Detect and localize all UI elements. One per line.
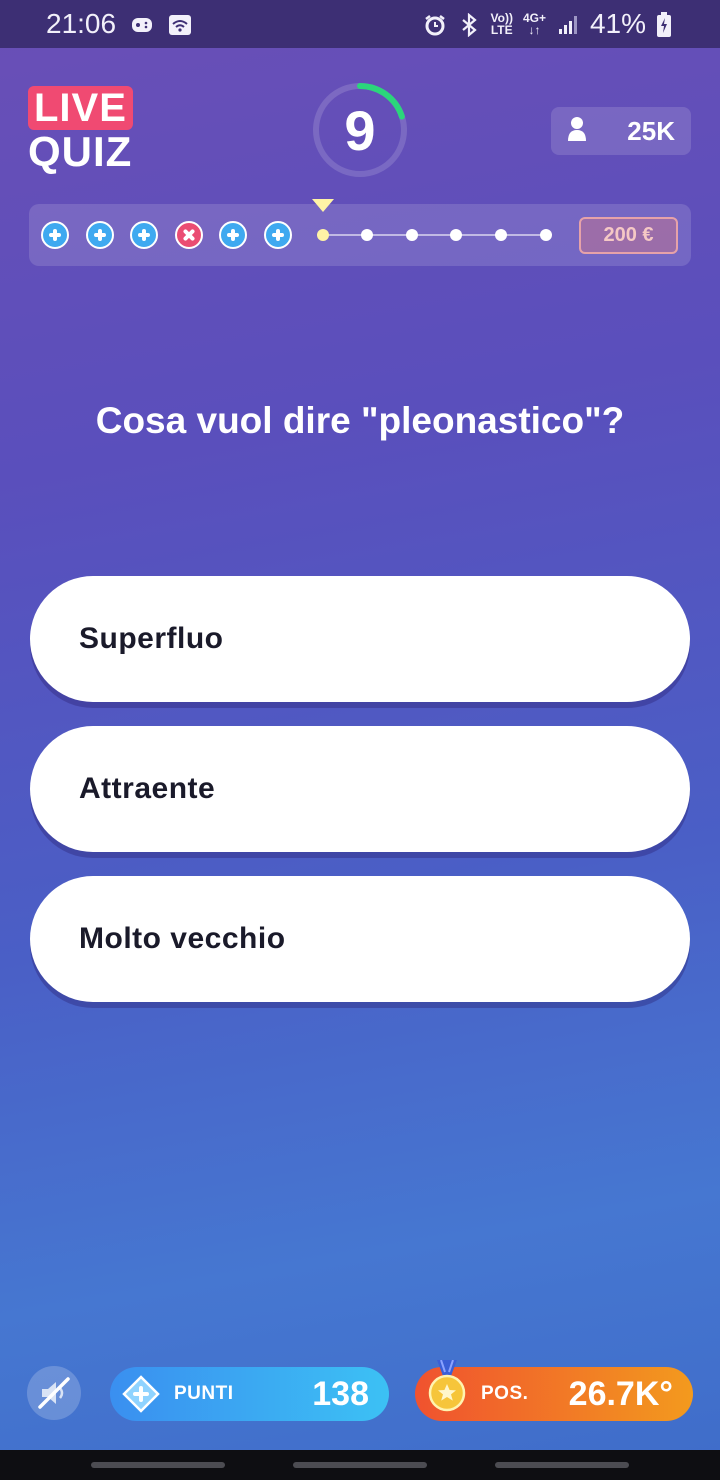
lte-label: LTE: [490, 23, 513, 37]
logo-quiz: QUIZ: [28, 128, 133, 175]
speaker-muted-icon: [38, 1377, 70, 1409]
answer-option-2[interactable]: Attraente: [30, 726, 690, 852]
step-pending-dot: [495, 229, 507, 241]
current-question-marker: [312, 199, 334, 212]
countdown-timer: 9: [310, 80, 410, 180]
points-label: PUNTI: [174, 1383, 234, 1404]
alarm-icon: [423, 12, 447, 36]
step-correct-icon: [130, 221, 159, 249]
wifi-icon: [168, 12, 192, 36]
position-value: 26.7K°: [568, 1374, 673, 1413]
points-pill: PUNTI 138: [110, 1367, 389, 1421]
network-label: 4G+: [522, 11, 546, 25]
logo-live: LIVE: [28, 86, 133, 130]
user-icon: [567, 116, 587, 147]
step-wrong-icon: [174, 221, 203, 249]
question-progress: 200 €: [29, 199, 691, 266]
gamepad-icon: [130, 12, 154, 36]
step-pending-dot: [450, 229, 463, 241]
answer-option-3[interactable]: Molto vecchio: [30, 876, 690, 1002]
plus-gem-icon: [122, 1375, 160, 1413]
timer-value: 9: [344, 98, 376, 162]
position-label: POS.: [481, 1383, 529, 1404]
prize-badge: 200 €: [579, 217, 678, 254]
network-indicator: 4G+ ↓↑: [522, 11, 546, 37]
progress-line: [325, 234, 547, 236]
nav-recents-button[interactable]: [91, 1462, 225, 1468]
live-quiz-logo: LIVE QUIZ: [28, 86, 140, 174]
step-correct-icon: [264, 221, 292, 249]
status-bar: 21:06 Vo)) LTE 4G+ ↓↑ 41%: [0, 0, 720, 48]
viewers-badge: 25K: [551, 107, 691, 155]
viewers-count: 25K: [627, 115, 675, 146]
step-current-dot: [316, 229, 329, 241]
position-pill: POS. 26.7K°: [415, 1360, 693, 1421]
nav-back-button[interactable]: [495, 1462, 629, 1468]
signal-icon: [556, 12, 580, 36]
step-correct-icon: [219, 221, 248, 249]
step-correct-icon: [41, 221, 69, 249]
status-time: 21:06: [46, 8, 117, 39]
step-pending-dot: [405, 229, 418, 241]
battery-percent: 41%: [589, 8, 646, 39]
bluetooth-icon: [457, 12, 481, 38]
nav-home-button[interactable]: [293, 1462, 427, 1468]
mute-button[interactable]: [27, 1366, 81, 1420]
question-text: Cosa vuol dire "pleonastico"?: [95, 400, 625, 441]
points-value: 138: [312, 1374, 369, 1413]
step-correct-icon: [85, 221, 114, 249]
medal-icon: [427, 1360, 467, 1414]
answer-option-1[interactable]: Superfluo: [30, 576, 690, 702]
battery-charging-icon: [656, 12, 680, 37]
system-nav-bar: [0, 1450, 720, 1480]
step-pending-dot: [361, 229, 374, 241]
step-pending-dot: [539, 229, 552, 241]
volte-indicator: Vo)) LTE: [491, 12, 513, 36]
